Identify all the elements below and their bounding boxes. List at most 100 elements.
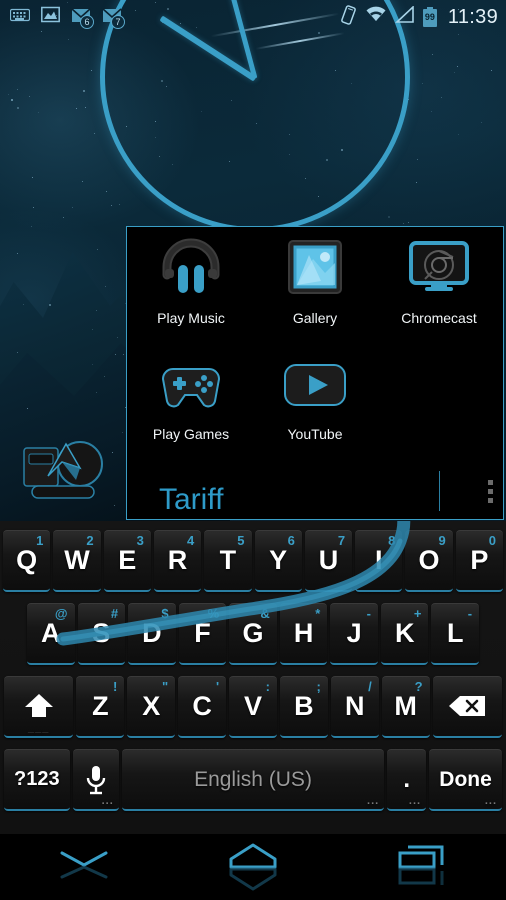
on-screen-keyboard[interactable]: 1Q2W3E4R5T6Y7U8I9O0P @ A # S $ D% F & G * H - J + K - L … bbox=[0, 521, 506, 834]
star bbox=[37, 112, 39, 113]
key-label: G bbox=[242, 617, 264, 648]
key-u[interactable]: 7U bbox=[304, 529, 353, 592]
key-j[interactable]: -J bbox=[330, 602, 378, 665]
key-alt-label: ! bbox=[112, 678, 118, 694]
star bbox=[104, 376, 105, 377]
message-badge: 6 bbox=[80, 15, 94, 29]
dock-app-icon[interactable] bbox=[18, 428, 114, 508]
key-alt-label: " bbox=[162, 678, 169, 694]
key-v[interactable]: :V bbox=[229, 675, 277, 738]
key-o[interactable]: 9O bbox=[405, 529, 453, 592]
recents-button[interactable] bbox=[372, 838, 472, 896]
star bbox=[11, 98, 14, 101]
star bbox=[84, 106, 86, 108]
star bbox=[490, 70, 492, 72]
key-x[interactable]: " X bbox=[127, 675, 176, 738]
text-caret bbox=[439, 471, 440, 511]
keyboard-icon bbox=[9, 8, 31, 27]
app-item-play-music[interactable]: Play Music bbox=[129, 235, 253, 351]
message-badge: 7 bbox=[111, 15, 125, 29]
star bbox=[416, 158, 418, 160]
app-folder-panel[interactable]: Play Music Gallery Chromecast Play Games… bbox=[126, 226, 504, 520]
star bbox=[28, 95, 30, 97]
app-label: Chromecast bbox=[401, 310, 477, 326]
key-label: S bbox=[92, 617, 111, 648]
key-g[interactable]: & G bbox=[229, 602, 277, 665]
navigation-bar bbox=[0, 834, 506, 900]
key-c[interactable]: ' C bbox=[178, 675, 227, 738]
app-item-gallery[interactable]: Gallery bbox=[253, 235, 377, 351]
app-item-youtube[interactable]: YouTube bbox=[253, 351, 377, 467]
home-button[interactable] bbox=[203, 838, 303, 896]
key-l[interactable]: -L bbox=[431, 602, 480, 665]
backspace-key[interactable] bbox=[432, 675, 502, 738]
star bbox=[16, 89, 18, 91]
star bbox=[480, 121, 482, 123]
key-k[interactable]: + K bbox=[380, 602, 429, 665]
key-q[interactable]: 1Q bbox=[3, 529, 51, 592]
key-p[interactable]: 0P bbox=[455, 529, 503, 592]
star bbox=[48, 303, 51, 306]
key-w[interactable]: 2W bbox=[53, 529, 101, 592]
keyboard-row-2: @ A # S $ D% F & G * H - J + K - L bbox=[2, 597, 504, 670]
key-alt-label: 9 bbox=[438, 532, 446, 548]
star bbox=[415, 181, 417, 183]
star bbox=[408, 221, 410, 223]
key-e[interactable]: 3E bbox=[103, 529, 151, 592]
signal-icon bbox=[394, 5, 414, 28]
star bbox=[16, 106, 19, 109]
key-label: H bbox=[293, 617, 314, 648]
key-m[interactable]: ? M bbox=[381, 675, 430, 738]
key-label: B bbox=[294, 690, 314, 721]
key-alt-label: 3 bbox=[136, 532, 144, 548]
keyboard-row-4: ?123 ... English (US) ... . ... Done ... bbox=[2, 743, 504, 817]
star bbox=[95, 310, 97, 312]
key-label: L bbox=[447, 617, 464, 648]
back-button[interactable] bbox=[34, 838, 134, 896]
star bbox=[430, 110, 432, 112]
star bbox=[94, 133, 96, 135]
done-key[interactable]: Done ... bbox=[429, 749, 502, 811]
key-b[interactable]: ; B bbox=[279, 675, 328, 738]
key-alt-label: - bbox=[467, 605, 473, 621]
vibrate-icon bbox=[340, 4, 357, 30]
key-label: T bbox=[219, 544, 237, 575]
key-s[interactable]: # S bbox=[77, 602, 126, 665]
key-alt-label: $ bbox=[161, 605, 169, 621]
gesture-word-preview: Tariff bbox=[159, 483, 224, 516]
key-alt-label: 6 bbox=[287, 532, 295, 548]
shift-key[interactable]: ___ bbox=[4, 675, 74, 738]
key-r[interactable]: 4R bbox=[153, 529, 202, 592]
star bbox=[30, 226, 32, 228]
key-t[interactable]: 5T bbox=[204, 529, 252, 592]
key-n[interactable]: / N bbox=[330, 675, 379, 738]
symbols-key[interactable]: ?123 bbox=[4, 749, 70, 811]
space-key-label: English (US) bbox=[194, 767, 312, 791]
star bbox=[16, 253, 18, 255]
key-a[interactable]: @ A bbox=[26, 602, 75, 665]
app-item-chromecast[interactable]: Chromecast bbox=[377, 235, 501, 351]
key-label: D bbox=[142, 617, 162, 648]
key-y[interactable]: 6Y bbox=[254, 529, 302, 592]
key-f[interactable]: % F bbox=[178, 602, 227, 665]
key-alt-label: 2 bbox=[86, 532, 94, 548]
app-label: YouTube bbox=[287, 426, 343, 442]
star bbox=[27, 407, 29, 409]
app-item-play-games[interactable]: Play Games bbox=[129, 351, 253, 467]
key-z[interactable]: ! Z bbox=[76, 675, 125, 738]
overflow-menu-icon[interactable] bbox=[488, 480, 493, 503]
star bbox=[92, 328, 94, 330]
key-h[interactable]: * H bbox=[279, 602, 328, 665]
period-key[interactable]: . ... bbox=[387, 749, 427, 811]
star bbox=[123, 354, 125, 356]
battery-icon: 99 bbox=[422, 6, 438, 28]
star bbox=[116, 336, 118, 338]
key-i[interactable]: 8I bbox=[355, 529, 403, 592]
space-key[interactable]: English (US) ... bbox=[121, 749, 385, 811]
star bbox=[83, 90, 86, 93]
key-alt-label: 0 bbox=[488, 532, 496, 548]
key-label: N bbox=[345, 690, 365, 721]
gallery-icon bbox=[281, 235, 349, 303]
voice-input-key[interactable]: ... bbox=[72, 749, 119, 811]
key-d[interactable]: $ D bbox=[128, 602, 176, 665]
